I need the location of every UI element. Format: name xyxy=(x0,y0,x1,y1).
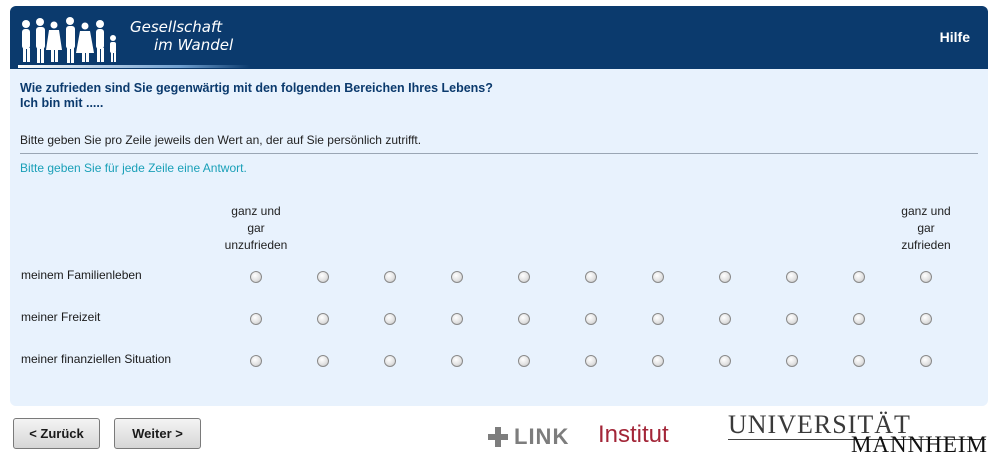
logo-line-2: im Wandel xyxy=(154,36,234,54)
rating-radio[interactable] xyxy=(451,355,463,367)
rating-radio[interactable] xyxy=(652,313,664,325)
universitaet-mannheim-logo: UNIVERSITÄT MANNHEIM xyxy=(728,410,988,460)
logo-line-1: Gesellschaft xyxy=(130,18,223,36)
rating-radio[interactable] xyxy=(317,355,329,367)
rating-radio[interactable] xyxy=(920,355,932,367)
link-wordmark: LINK xyxy=(514,424,570,449)
rating-radio[interactable] xyxy=(920,271,932,283)
back-button[interactable]: < Zurück xyxy=(13,418,100,449)
rating-radio[interactable] xyxy=(853,271,865,283)
rating-radio[interactable] xyxy=(250,355,262,367)
institut-wordmark: Institut xyxy=(598,421,669,448)
rating-radio[interactable] xyxy=(518,271,530,283)
rating-radio[interactable] xyxy=(585,313,597,325)
rating-radio[interactable] xyxy=(250,271,262,283)
rating-radio[interactable] xyxy=(384,271,396,283)
row-label-freizeit: meiner Freizeit xyxy=(21,310,101,324)
rating-radio[interactable] xyxy=(786,271,798,283)
rating-radio[interactable] xyxy=(920,313,932,325)
scale-right-line-1: ganz und xyxy=(901,204,951,218)
rating-radio[interactable] xyxy=(250,313,262,325)
logo-underline xyxy=(18,65,250,68)
rating-radio[interactable] xyxy=(518,313,530,325)
rating-radio[interactable] xyxy=(853,355,865,367)
scale-left-line-3: unzufrieden xyxy=(224,238,288,252)
question-instruction: Bitte geben Sie pro Zeile jeweils den We… xyxy=(20,133,422,147)
logo-wordmark: Gesellschaft im Wandel xyxy=(130,18,233,54)
answer-hint: Bitte geben Sie für jede Zeile eine Antw… xyxy=(20,161,247,175)
rating-radio[interactable] xyxy=(853,313,865,325)
rating-radio[interactable] xyxy=(652,355,664,367)
help-link[interactable]: Hilfe xyxy=(940,29,970,45)
gesellschaft-im-wandel-logo: Gesellschaft im Wandel xyxy=(18,12,258,68)
survey-header: Gesellschaft im Wandel Hilfe xyxy=(10,6,988,69)
link-cross-icon xyxy=(488,427,508,447)
uni-line-2: MANNHEIM xyxy=(850,432,988,457)
rating-radio[interactable] xyxy=(719,271,731,283)
rating-radio[interactable] xyxy=(786,355,798,367)
row-label-finanzielle-situation: meiner finanziellen Situation xyxy=(21,352,172,366)
row-label-familienleben: meinem Familienleben xyxy=(21,268,142,282)
divider xyxy=(20,153,978,154)
rating-radio[interactable] xyxy=(451,271,463,283)
next-button[interactable]: Weiter > xyxy=(114,418,201,449)
scale-label-left: ganz und gar unzufrieden xyxy=(216,203,296,254)
rating-radio[interactable] xyxy=(317,313,329,325)
rating-radio[interactable] xyxy=(652,271,664,283)
question-panel: Wie zufrieden sind Sie gegenwärtig mit d… xyxy=(10,69,988,406)
rating-radio[interactable] xyxy=(719,355,731,367)
people-silhouettes-icon xyxy=(22,17,116,63)
rating-radio[interactable] xyxy=(585,355,597,367)
scale-left-line-2: gar xyxy=(247,221,265,235)
rating-radio[interactable] xyxy=(786,313,798,325)
scale-label-right: ganz und gar zufrieden xyxy=(886,203,966,254)
scale-left-line-1: ganz und xyxy=(231,204,281,218)
rating-radio[interactable] xyxy=(317,271,329,283)
rating-radio[interactable] xyxy=(384,313,396,325)
rating-radio[interactable] xyxy=(518,355,530,367)
question-title-line-1: Wie zufrieden sind Sie gegenwärtig mit d… xyxy=(20,81,493,95)
rating-radio[interactable] xyxy=(719,313,731,325)
question-title-line-2: Ich bin mit ..... xyxy=(20,96,104,110)
rating-radio[interactable] xyxy=(585,271,597,283)
scale-right-line-3: zufrieden xyxy=(901,238,951,252)
scale-right-line-2: gar xyxy=(917,221,935,235)
rating-radio[interactable] xyxy=(384,355,396,367)
question-title: Wie zufrieden sind Sie gegenwärtig mit d… xyxy=(20,81,620,111)
rating-radio[interactable] xyxy=(451,313,463,325)
